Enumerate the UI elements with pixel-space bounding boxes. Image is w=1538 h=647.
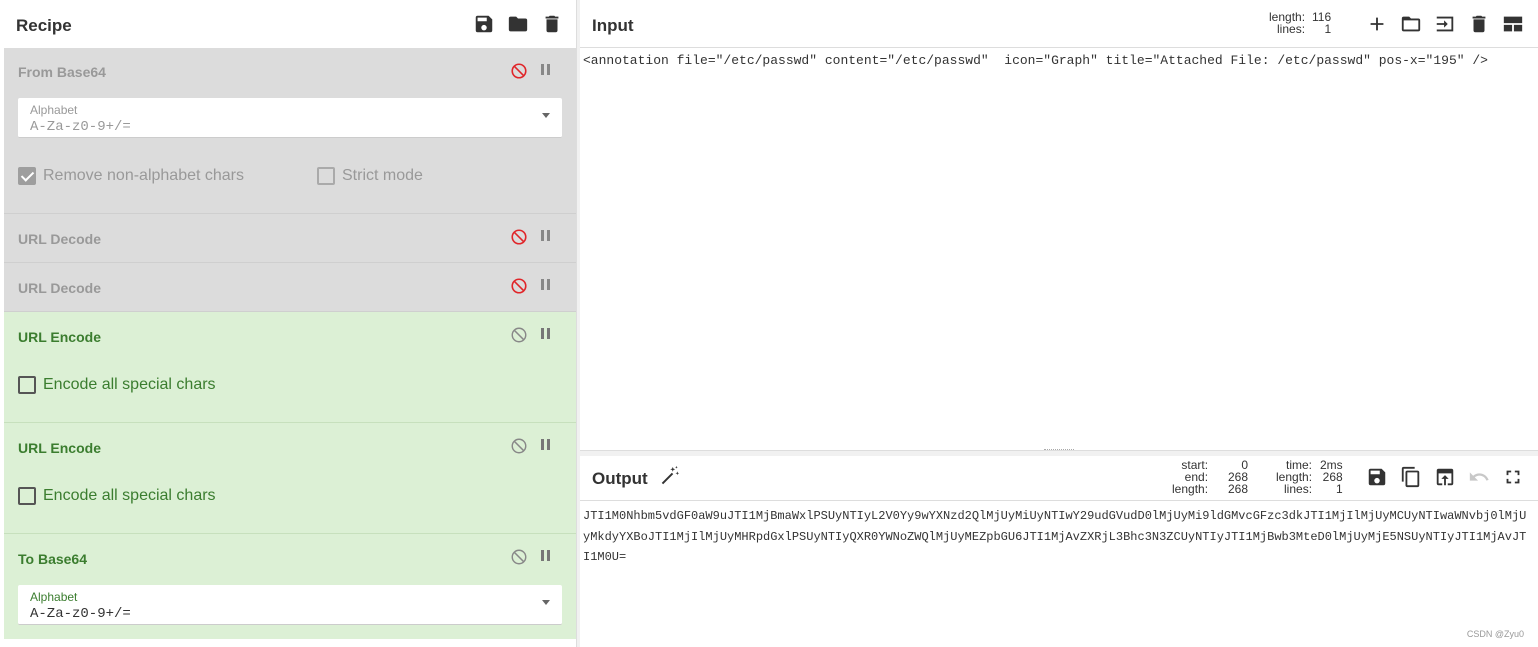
checkbox-label: Remove non-alphabet chars [43, 167, 245, 184]
disable-icon[interactable] [510, 62, 528, 80]
operation-title: URL Decode [18, 280, 101, 296]
encode-all-special-chars-checkbox[interactable]: Encode all special chars [18, 376, 216, 394]
encode-all-special-chars-checkbox[interactable]: Encode all special chars [18, 487, 216, 505]
undo-icon[interactable] [1468, 466, 1490, 488]
checkbox-label: Encode all special chars [43, 376, 216, 393]
input-title: Input [592, 16, 634, 35]
operation-url-decode[interactable]: URL Decode [4, 263, 576, 312]
output-stats-right-values: 2ms 268 1 [1320, 458, 1343, 496]
input-stats-labels: length: lines: [1269, 10, 1306, 36]
breakpoint-icon[interactable] [541, 439, 553, 453]
output-title: Output [592, 469, 648, 488]
alphabet-value: A-Za-z0-9+/= [30, 606, 131, 622]
operation-to-base64[interactable]: To Base64 Alphabet A-Za-z0-9+/= [4, 534, 576, 647]
output-header: Output start: end: length: 0 268 268 tim… [580, 456, 1538, 501]
output-textarea[interactable]: JTI1M0Nhbm5vdGF0aW9uJTI1MjBmaWxlPSUyNTIy… [583, 506, 1533, 568]
chevron-down-icon [542, 600, 550, 605]
operation-title: URL Encode [18, 440, 101, 456]
recipe-header: Recipe [4, 0, 576, 49]
operation-title: From Base64 [18, 64, 106, 80]
output-panel: Output start: end: length: 0 268 268 tim… [580, 456, 1538, 647]
output-stats-left-values: 0 268 268 [1228, 458, 1249, 496]
input-textarea[interactable]: <annotation file="/etc/passwd" content="… [583, 53, 1488, 68]
checkbox-box[interactable] [18, 376, 36, 394]
breakpoint-icon[interactable] [541, 279, 553, 293]
alphabet-value: A-Za-z0-9+/= [30, 119, 131, 135]
checkbox-box[interactable] [317, 167, 335, 185]
copy-icon[interactable] [1400, 466, 1422, 488]
folder-icon[interactable] [507, 13, 529, 35]
chevron-down-icon [542, 113, 550, 118]
disable-icon[interactable] [510, 228, 528, 246]
operation-title: URL Encode [18, 329, 101, 345]
save-icon[interactable] [1366, 466, 1388, 488]
recipe-panel: Recipe From Base64 Alphabet A-Za-z0-9+/=… [4, 0, 576, 647]
recipe-title: Recipe [16, 16, 72, 35]
alphabet-label: Alphabet [30, 103, 78, 117]
layout-icon[interactable] [1502, 13, 1524, 35]
plus-icon[interactable] [1366, 13, 1388, 35]
checkbox-box[interactable] [18, 167, 36, 185]
import-icon[interactable] [1434, 13, 1456, 35]
operation-url-encode[interactable]: URL Encode Encode all special chars [4, 312, 576, 423]
breakpoint-icon[interactable] [541, 550, 553, 564]
breakpoint-icon[interactable] [541, 64, 553, 78]
input-panel: Input length: lines: 116 1 <annotation f… [580, 0, 1538, 450]
alphabet-select[interactable]: Alphabet A-Za-z0-9+/= [18, 585, 562, 625]
trash-icon[interactable] [1468, 13, 1490, 35]
alphabet-label: Alphabet [30, 590, 78, 604]
disable-icon[interactable] [510, 326, 528, 344]
disable-icon[interactable] [510, 437, 528, 455]
magic-wand-icon[interactable] [659, 465, 681, 487]
checkbox-box[interactable] [18, 487, 36, 505]
operation-from-base64[interactable]: From Base64 Alphabet A-Za-z0-9+/= Remove… [4, 48, 576, 214]
strict-mode-checkbox[interactable]: Strict mode [317, 167, 423, 185]
trash-icon[interactable] [541, 13, 563, 35]
remove-nonalphabet-checkbox[interactable]: Remove non-alphabet chars [18, 167, 244, 185]
save-icon[interactable] [473, 13, 495, 35]
maximize-icon[interactable] [1502, 466, 1524, 488]
operation-title: URL Decode [18, 231, 101, 247]
operation-url-decode[interactable]: URL Decode [4, 214, 576, 263]
disable-icon[interactable] [510, 548, 528, 566]
operation-title: To Base64 [18, 551, 87, 567]
input-header: Input length: lines: 116 1 [580, 0, 1538, 48]
resize-grip[interactable] [1044, 449, 1074, 453]
operation-url-encode[interactable]: URL Encode Encode all special chars [4, 423, 576, 534]
output-stats-left-labels: start: end: length: [1172, 458, 1209, 496]
input-stats-values: 116 1 [1312, 10, 1332, 36]
replace-input-icon[interactable] [1434, 466, 1456, 488]
breakpoint-icon[interactable] [541, 328, 553, 342]
checkbox-label: Encode all special chars [43, 487, 216, 504]
checkbox-label: Strict mode [342, 167, 423, 184]
watermark: CSDN @Zyu0 [1466, 629, 1524, 639]
disable-icon[interactable] [510, 277, 528, 295]
open-folder-icon[interactable] [1400, 13, 1422, 35]
breakpoint-icon[interactable] [541, 230, 553, 244]
recipe-footer-gap [4, 639, 576, 647]
alphabet-select[interactable]: Alphabet A-Za-z0-9+/= [18, 98, 562, 138]
output-stats-right-labels: time: length: lines: [1276, 458, 1313, 496]
